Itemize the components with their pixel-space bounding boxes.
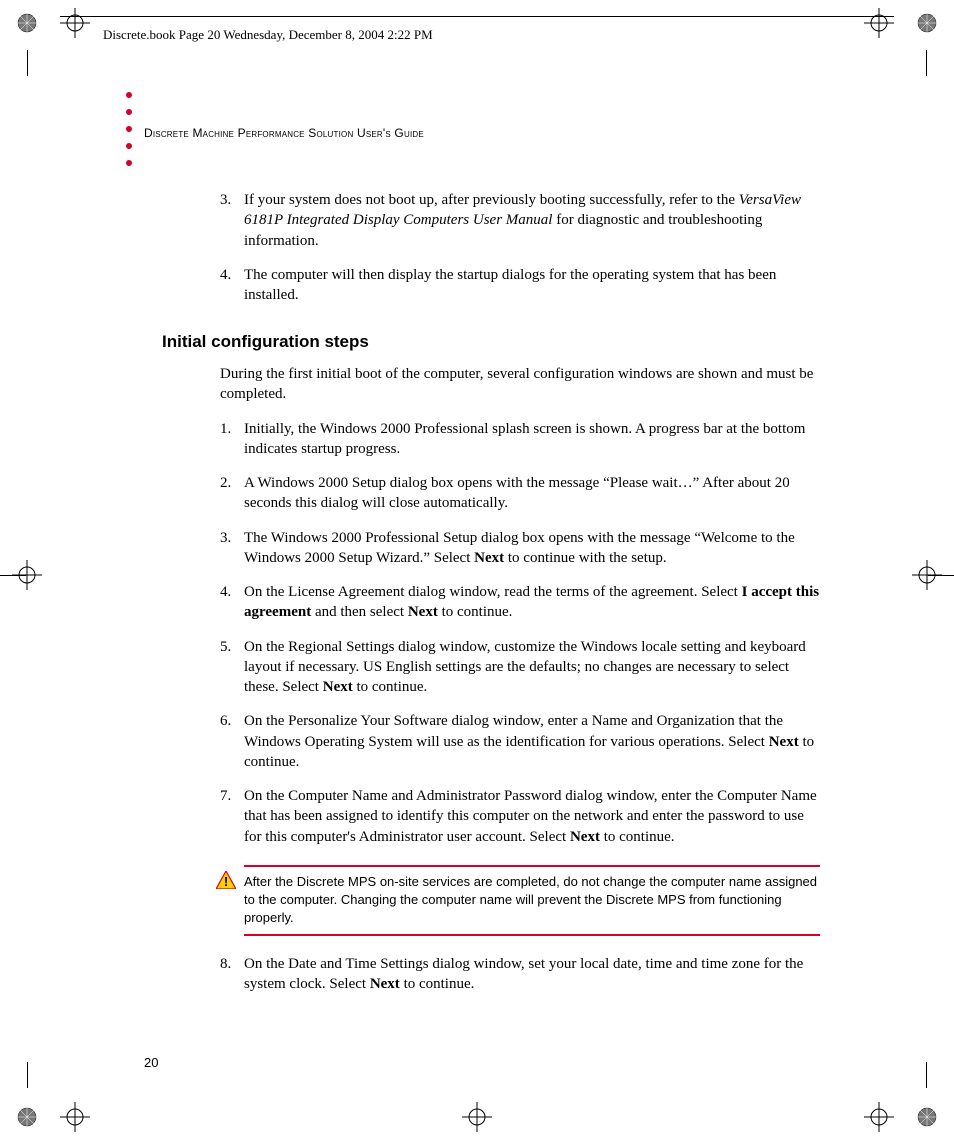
crosshair-icon <box>864 8 894 38</box>
red-section-dots <box>126 92 132 166</box>
list-text: Initially, the Windows 2000 Professional… <box>244 421 805 457</box>
list-item: 3. If your system does not boot up, after… <box>220 190 820 251</box>
registration-mark-icon <box>16 1106 38 1128</box>
config-steps-list: 1. Initially, the Windows 2000 Profession… <box>220 419 820 847</box>
continued-list: 3. If your system does not boot up, after… <box>220 190 820 305</box>
running-header: Discrete Machine Performance Solution Us… <box>144 125 424 141</box>
list-text: On the License Agreement dialog window, … <box>244 584 819 620</box>
warning-icon: ! <box>216 871 236 889</box>
page-number: 20 <box>144 1054 158 1072</box>
list-text: The Windows 2000 Professional Setup dial… <box>244 530 795 566</box>
page: Discrete.book Page 20 Wednesday, Decembe… <box>0 0 954 1138</box>
list-number: 2. <box>220 473 231 493</box>
crosshair-icon <box>864 1102 894 1132</box>
crop-mark <box>928 575 954 576</box>
config-steps-list-continued: 8. On the Date and Time Settings dialog w… <box>220 954 820 995</box>
list-item: 8. On the Date and Time Settings dialog w… <box>220 954 820 995</box>
list-text: On the Regional Settings dialog window, … <box>244 639 806 696</box>
list-text: A Windows 2000 Setup dialog box opens wi… <box>244 475 790 511</box>
crosshair-icon <box>60 1102 90 1132</box>
list-text: On the Date and Time Settings dialog win… <box>244 956 803 992</box>
list-number: 7. <box>220 786 231 806</box>
section-title: Initial configuration steps <box>162 331 820 354</box>
list-item: 6. On the Personalize Your Software dialo… <box>220 711 820 772</box>
list-number: 8. <box>220 954 231 974</box>
registration-mark-icon <box>916 1106 938 1128</box>
warning-callout: ! After the Discrete MPS on-site service… <box>220 865 820 936</box>
list-item: 2. A Windows 2000 Setup dialog box opens … <box>220 473 820 514</box>
warning-rule-top <box>244 865 820 867</box>
list-item: 1. Initially, the Windows 2000 Profession… <box>220 419 820 460</box>
list-text: On the Personalize Your Software dialog … <box>244 713 814 770</box>
list-number: 4. <box>220 582 231 602</box>
crop-mark <box>27 50 28 76</box>
section-intro: During the first initial boot of the com… <box>220 364 820 405</box>
list-number: 3. <box>220 190 231 210</box>
crosshair-icon <box>12 560 42 590</box>
crosshair-icon <box>462 1102 492 1132</box>
crosshair-icon <box>60 8 90 38</box>
crop-mark <box>27 1062 28 1088</box>
registration-mark-icon <box>16 12 38 34</box>
list-text: If your system does not boot up, after p… <box>244 192 801 249</box>
list-item: 4. On the License Agreement dialog window… <box>220 582 820 623</box>
list-text: The computer will then display the start… <box>244 267 776 303</box>
list-number: 1. <box>220 419 231 439</box>
list-number: 3. <box>220 528 231 548</box>
list-item: 5. On the Regional Settings dialog window… <box>220 637 820 698</box>
crosshair-icon <box>912 560 942 590</box>
list-number: 6. <box>220 711 231 731</box>
framemaker-header: Discrete.book Page 20 Wednesday, Decembe… <box>103 26 433 44</box>
warning-text: After the Discrete MPS on-site services … <box>244 873 820 928</box>
list-item: 4. The computer will then display the sta… <box>220 265 820 306</box>
crop-mark <box>926 1062 927 1088</box>
registration-mark-icon <box>916 12 938 34</box>
body: 3. If your system does not boot up, after… <box>220 190 820 1008</box>
crop-mark <box>0 575 26 576</box>
top-rule <box>60 16 894 17</box>
warning-rule-bottom <box>244 934 820 936</box>
list-number: 4. <box>220 265 231 285</box>
list-number: 5. <box>220 637 231 657</box>
list-item: 3. The Windows 2000 Professional Setup di… <box>220 528 820 569</box>
svg-text:!: ! <box>224 874 228 889</box>
crop-mark <box>926 50 927 76</box>
list-text: On the Computer Name and Administrator P… <box>244 788 817 845</box>
list-item: 7. On the Computer Name and Administrator… <box>220 786 820 847</box>
